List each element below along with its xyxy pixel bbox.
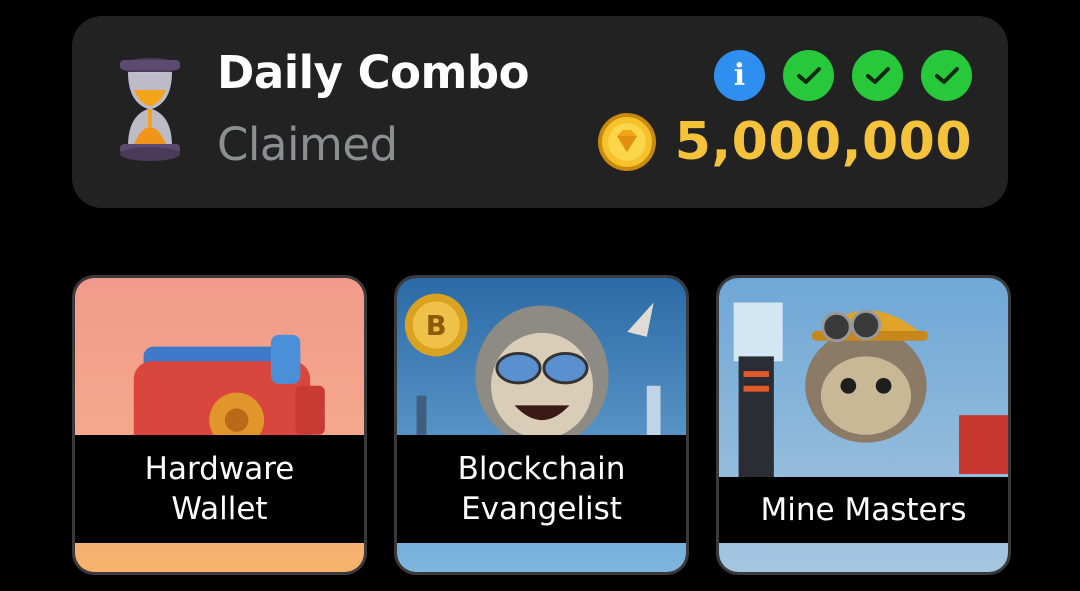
combo-cards: Hardware Wallet B Blockchain Evangelist … bbox=[72, 275, 1011, 575]
card-label: Blockchain Evangelist bbox=[397, 435, 686, 543]
check-icon bbox=[852, 50, 903, 101]
check-icon bbox=[783, 50, 834, 101]
reward: 5,000,000 bbox=[597, 112, 972, 172]
card-label: Hardware Wallet bbox=[75, 435, 364, 543]
card-mine-masters[interactable]: Mine Masters bbox=[716, 275, 1011, 575]
info-icon[interactable]: i bbox=[714, 50, 765, 101]
card-blockchain-evangelist[interactable]: B Blockchain Evangelist bbox=[394, 275, 689, 575]
daily-combo-panel[interactable]: Daily Combo Claimed i 5,000,000 bbox=[72, 16, 1008, 208]
check-icon bbox=[921, 50, 972, 101]
card-label: Mine Masters bbox=[719, 477, 1008, 543]
reward-amount: 5,000,000 bbox=[674, 112, 972, 172]
combo-progress-indicators: i bbox=[714, 50, 972, 101]
hourglass-icon bbox=[120, 58, 180, 161]
daily-combo-status: Claimed bbox=[217, 118, 398, 171]
card-hardware-wallet[interactable]: Hardware Wallet bbox=[72, 275, 367, 575]
svg-text:B: B bbox=[426, 311, 447, 342]
coin-icon bbox=[597, 113, 656, 171]
daily-combo-title: Daily Combo bbox=[217, 46, 530, 99]
